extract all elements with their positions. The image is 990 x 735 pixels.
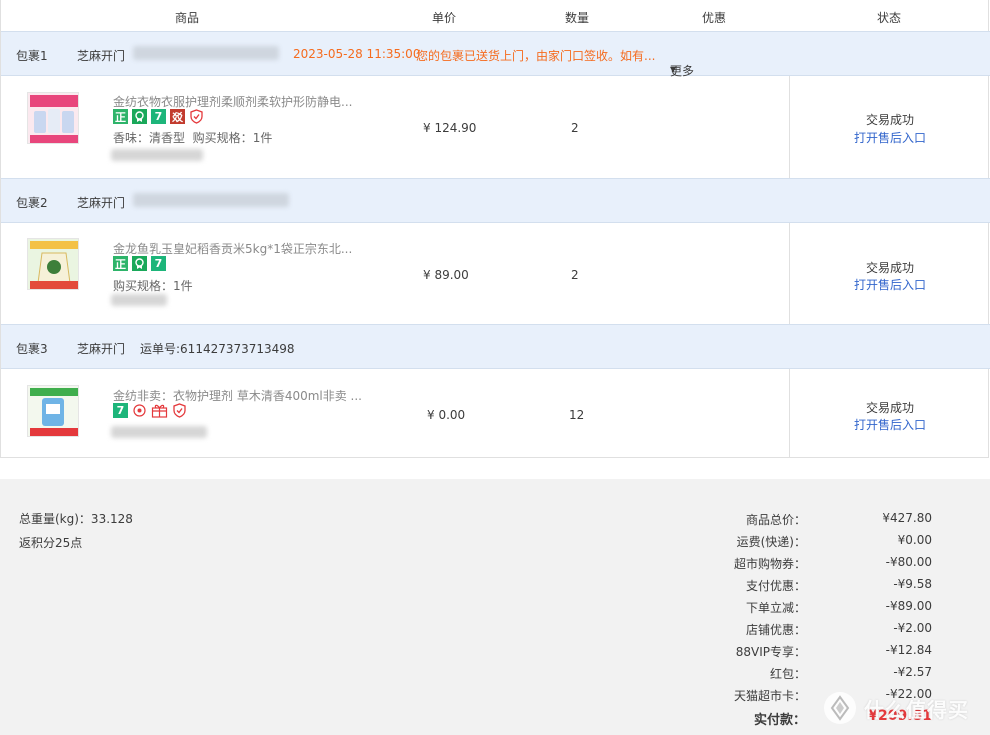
chevron-down-icon: ▾ xyxy=(670,62,677,76)
product-thumbnail[interactable] xyxy=(27,238,79,290)
summary-label: 支付优惠： xyxy=(745,579,806,593)
product-thumbnail[interactable] xyxy=(27,92,79,144)
carrier-name: 芝麻开门 xyxy=(77,49,126,63)
total-weight: 总重量(kg)：33.128 xyxy=(19,512,133,526)
delivery-time: 2023-05-28 11:35:00 xyxy=(293,47,421,61)
target-icon xyxy=(132,403,147,418)
col-status: 状态 xyxy=(877,11,902,25)
unit-price: ¥ 89.00 xyxy=(423,268,469,282)
seven-day-return-icon: 7 xyxy=(151,109,166,124)
carrier-name: 芝麻开门 xyxy=(77,342,126,356)
summary-label: 天猫超市卡： xyxy=(733,689,806,703)
summary-label: 商品总价： xyxy=(745,513,806,527)
service-badges: 正 7 㸚 xyxy=(113,109,204,124)
summary-value: -¥2.57 xyxy=(893,665,932,679)
summary-label: 88VIP专享： xyxy=(735,645,806,659)
status-cell: 交易成功 打开售后入口 xyxy=(789,223,990,324)
product-spec: 购买规格：1件 xyxy=(113,279,193,293)
order-item: 金纺衣物衣服护理剂柔顺剂柔软护形防静电... 正 7 㸚 香味：清香型 购买规格… xyxy=(1,76,990,178)
col-product: 商品 xyxy=(175,11,200,25)
package-bar-2: 包裹2 芝麻开门 xyxy=(1,178,990,223)
carrier-name: 芝麻开门 xyxy=(77,196,126,210)
summary-label: 下单立减： xyxy=(745,601,806,615)
blurred-waybill xyxy=(133,193,289,207)
status-cell: 交易成功 打开售后入口 xyxy=(789,76,990,178)
product-title[interactable]: 金纺非卖：衣物护理剂 草木清香400ml非卖 ... xyxy=(113,387,362,404)
summary-value: ¥427.80 xyxy=(882,511,932,525)
col-qty: 数量 xyxy=(565,11,590,25)
delivery-notice[interactable]: 您的包裹已送货上门，由家门口签收。如有... xyxy=(416,47,655,64)
summary-value: -¥89.00 xyxy=(885,599,932,613)
genuine-badge-icon: 正 xyxy=(113,256,128,271)
quantity: 12 xyxy=(569,408,585,422)
blurred-info xyxy=(111,149,203,161)
blurred-info xyxy=(111,426,207,438)
quantity: 2 xyxy=(571,121,579,135)
shield-icon xyxy=(172,403,187,418)
trade-status: 交易成功 xyxy=(865,113,914,127)
seven-day-return-icon: 7 xyxy=(151,256,166,271)
after-sale-link[interactable]: 打开售后入口 xyxy=(790,129,990,146)
blurred-info xyxy=(111,294,167,306)
summary-label: 超市购物券： xyxy=(733,557,806,571)
order-item: 金纺非卖：衣物护理剂 草木清香400ml非卖 ... 7 ¥ 0.00 12 交… xyxy=(1,369,990,457)
seven-day-return-icon: 7 xyxy=(113,403,128,418)
package-label: 包裹3 xyxy=(16,342,48,356)
gift-icon xyxy=(151,403,168,418)
order-item: 金龙鱼乳玉皇妃稻香贡米5kg*1袋正宗东北... 正 7 购买规格：1件 ¥ 8… xyxy=(1,223,990,324)
reward-points: 返积分25点 xyxy=(19,536,83,550)
product-title[interactable]: 金纺衣物衣服护理剂柔顺剂柔软护形防静电... xyxy=(113,93,352,110)
order-list: 商品 单价 数量 优惠 状态 包裹1 芝麻开门 2023-05-28 11:35… xyxy=(0,0,990,458)
trade-status: 交易成功 xyxy=(865,401,914,415)
smzdm-logo-icon xyxy=(824,692,856,724)
special-mark-icon: 㸚 xyxy=(170,109,185,124)
summary-value: -¥2.00 xyxy=(893,621,932,635)
blurred-waybill xyxy=(133,46,279,60)
after-sale-link[interactable]: 打开售后入口 xyxy=(790,416,990,433)
watermark: 什么值得买 xyxy=(820,690,985,726)
col-price: 单价 xyxy=(432,11,457,25)
package-label: 包裹1 xyxy=(16,49,48,63)
trade-status: 交易成功 xyxy=(865,261,914,275)
total-paid-label: 实付款： xyxy=(753,713,806,728)
waybill-number[interactable]: 运单号:611427373713498 xyxy=(140,340,295,357)
package-bar-3: 包裹3 芝麻开门 运单号:611427373713498 xyxy=(1,324,990,369)
status-cell: 交易成功 打开售后入口 xyxy=(789,369,990,457)
summary-value: -¥9.58 xyxy=(893,577,932,591)
package-label: 包裹2 xyxy=(16,196,48,210)
product-thumbnail[interactable] xyxy=(27,385,79,437)
summary-label: 红包： xyxy=(769,667,806,681)
unit-price: ¥ 124.90 xyxy=(423,121,477,135)
genuine-badge-icon: 正 xyxy=(113,109,128,124)
summary-label: 运费(快递)： xyxy=(736,535,806,549)
quantity: 2 xyxy=(571,268,579,282)
product-spec: 香味：清香型 购买规格：1件 xyxy=(113,131,273,145)
table-header: 商品 单价 数量 优惠 状态 xyxy=(1,0,990,31)
service-badges: 正 7 xyxy=(113,256,166,271)
summary-value: ¥0.00 xyxy=(897,533,932,547)
package-bar-1: 包裹1 芝麻开门 2023-05-28 11:35:00 您的包裹已送货上门，由… xyxy=(1,31,990,78)
unit-price: ¥ 0.00 xyxy=(427,408,466,422)
summary-value: -¥12.84 xyxy=(885,643,932,657)
after-sale-link[interactable]: 打开售后入口 xyxy=(790,276,990,293)
summary-label: 店铺优惠： xyxy=(745,623,806,637)
summary-value: -¥80.00 xyxy=(885,555,932,569)
col-discount: 优惠 xyxy=(702,11,727,25)
quality-cert-icon xyxy=(132,256,147,271)
watermark-text: 什么值得买 xyxy=(864,698,969,722)
product-title[interactable]: 金龙鱼乳玉皇妃稻香贡米5kg*1袋正宗东北... xyxy=(113,240,352,257)
quality-cert-icon xyxy=(132,109,147,124)
service-badges: 7 xyxy=(113,403,187,418)
shield-icon xyxy=(189,109,204,124)
